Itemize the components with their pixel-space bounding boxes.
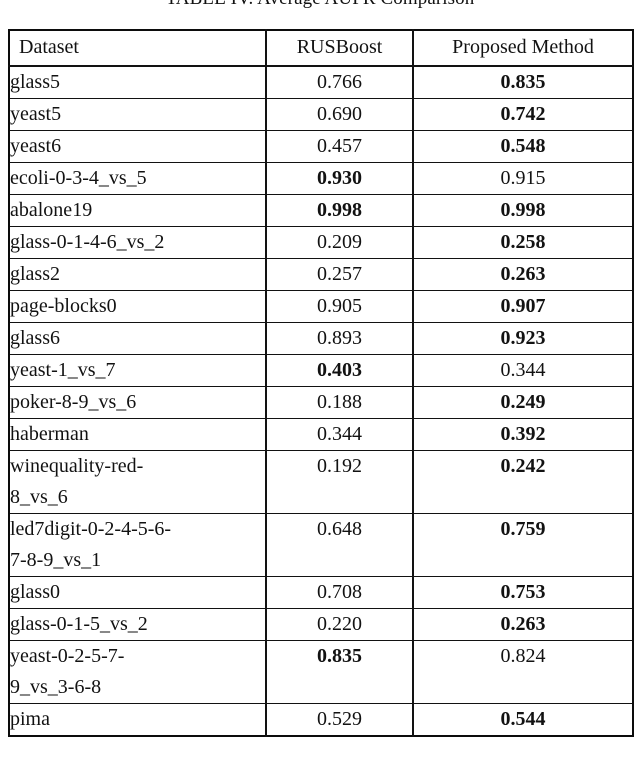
cell-dataset-name: yeast-0-2-5-7- 9_vs_3-6-8 [8,640,267,704]
cell-rusboost-value: 0.690 [265,98,414,131]
cell-rusboost-value: 0.529 [265,703,414,737]
cell-rusboost-value: 0.893 [265,322,414,355]
cell-rusboost-value: 0.835 [265,640,414,704]
cell-dataset-name: led7digit-0-2-4-5-6- 7-8-9_vs_1 [8,513,267,577]
cell-rusboost-value: 0.998 [265,194,414,227]
cell-proposed-method-value: 0.544 [412,703,634,737]
table-row: yeast-1_vs_7 0.403 0.344 [8,354,634,387]
aupr-comparison-table: Dataset RUSBoost Proposed Method glass5 0… [8,29,634,737]
cell-rusboost-value: 0.403 [265,354,414,387]
cell-dataset-name: page-blocks0 [8,290,267,323]
table-row: yeast-0-2-5-7- 9_vs_3-6-8 0.835 0.824 [8,640,634,704]
cell-proposed-method-value: 0.835 [412,65,634,99]
table-header-row: Dataset RUSBoost Proposed Method [8,29,634,67]
table-row: glass-0-1-5_vs_2 0.220 0.263 [8,608,634,641]
cell-dataset-name: haberman [8,418,267,451]
column-header-dataset-label: Dataset [19,36,79,58]
cell-rusboost-value: 0.188 [265,386,414,419]
cell-rusboost-value: 0.209 [265,226,414,259]
table-caption: TABLE IV. Average AUPR Comparison [0,0,640,11]
cell-rusboost-value: 0.457 [265,130,414,163]
cell-dataset-name: winequality-red- 8_vs_6 [8,450,267,514]
cell-dataset-name: yeast-1_vs_7 [8,354,267,387]
cell-dataset-name: glass2 [8,258,267,291]
cell-proposed-method-value: 0.753 [412,576,634,609]
cell-rusboost-value: 0.708 [265,576,414,609]
cell-dataset-name: poker-8-9_vs_6 [8,386,267,419]
cell-proposed-method-value: 0.392 [412,418,634,451]
column-header-proposed-method-label: Proposed Method [452,36,594,58]
cell-dataset-name: glass0 [8,576,267,609]
cell-proposed-method-value: 0.263 [412,258,634,291]
table-row: poker-8-9_vs_6 0.188 0.249 [8,386,634,419]
table-row: winequality-red- 8_vs_6 0.192 0.242 [8,450,634,514]
cell-proposed-method-value: 0.759 [412,513,634,577]
column-header-rusboost-label: RUSBoost [296,36,383,58]
cell-proposed-method-value: 0.907 [412,290,634,323]
table-row: pima 0.529 0.544 [8,703,634,737]
cell-proposed-method-value: 0.548 [412,130,634,163]
cell-rusboost-value: 0.220 [265,608,414,641]
cell-proposed-method-value: 0.242 [412,450,634,514]
cell-dataset-name: pima [8,703,267,737]
cell-proposed-method-value: 0.258 [412,226,634,259]
column-header-proposed-method: Proposed Method [412,29,634,67]
cell-dataset-name: ecoli-0-3-4_vs_5 [8,162,267,195]
table-row: glass0 0.708 0.753 [8,576,634,609]
cell-proposed-method-value: 0.263 [412,608,634,641]
table-row: glass5 0.766 0.835 [8,65,634,99]
cell-proposed-method-value: 0.249 [412,386,634,419]
cell-dataset-name: yeast6 [8,130,267,163]
cell-proposed-method-value: 0.915 [412,162,634,195]
table-row: glass-0-1-4-6_vs_2 0.209 0.258 [8,226,634,259]
table-row: glass6 0.893 0.923 [8,322,634,355]
cell-dataset-name: yeast5 [8,98,267,131]
cell-dataset-name: glass-0-1-4-6_vs_2 [8,226,267,259]
cell-rusboost-value: 0.344 [265,418,414,451]
table-row: led7digit-0-2-4-5-6- 7-8-9_vs_1 0.648 0.75… [8,513,634,577]
table-row: haberman 0.344 0.392 [8,418,634,451]
cell-rusboost-value: 0.905 [265,290,414,323]
column-header-dataset: Dataset [8,29,267,67]
aupr-table-container: Dataset RUSBoost Proposed Method glass5 0… [8,29,634,737]
cell-dataset-name: glass-0-1-5_vs_2 [8,608,267,641]
cell-dataset-name: abalone19 [8,194,267,227]
cell-proposed-method-value: 0.998 [412,194,634,227]
table-body: glass5 0.766 0.835 yeast5 0.690 0.742 yeast6 0.… [8,65,634,737]
cell-rusboost-value: 0.257 [265,258,414,291]
cell-rusboost-value: 0.766 [265,65,414,99]
table-row: yeast6 0.457 0.548 [8,130,634,163]
cell-rusboost-value: 0.648 [265,513,414,577]
cell-dataset-name: glass6 [8,322,267,355]
cell-dataset-name: glass5 [8,65,267,99]
cell-rusboost-value: 0.192 [265,450,414,514]
cell-rusboost-value: 0.930 [265,162,414,195]
table-row: ecoli-0-3-4_vs_5 0.930 0.915 [8,162,634,195]
cell-proposed-method-value: 0.742 [412,98,634,131]
table-row: glass2 0.257 0.263 [8,258,634,291]
column-header-rusboost: RUSBoost [265,29,414,67]
table-row: abalone19 0.998 0.998 [8,194,634,227]
cell-proposed-method-value: 0.824 [412,640,634,704]
table-header: Dataset RUSBoost Proposed Method [8,29,634,67]
table-row: page-blocks0 0.905 0.907 [8,290,634,323]
table-row: yeast5 0.690 0.742 [8,98,634,131]
cell-proposed-method-value: 0.923 [412,322,634,355]
cell-proposed-method-value: 0.344 [412,354,634,387]
